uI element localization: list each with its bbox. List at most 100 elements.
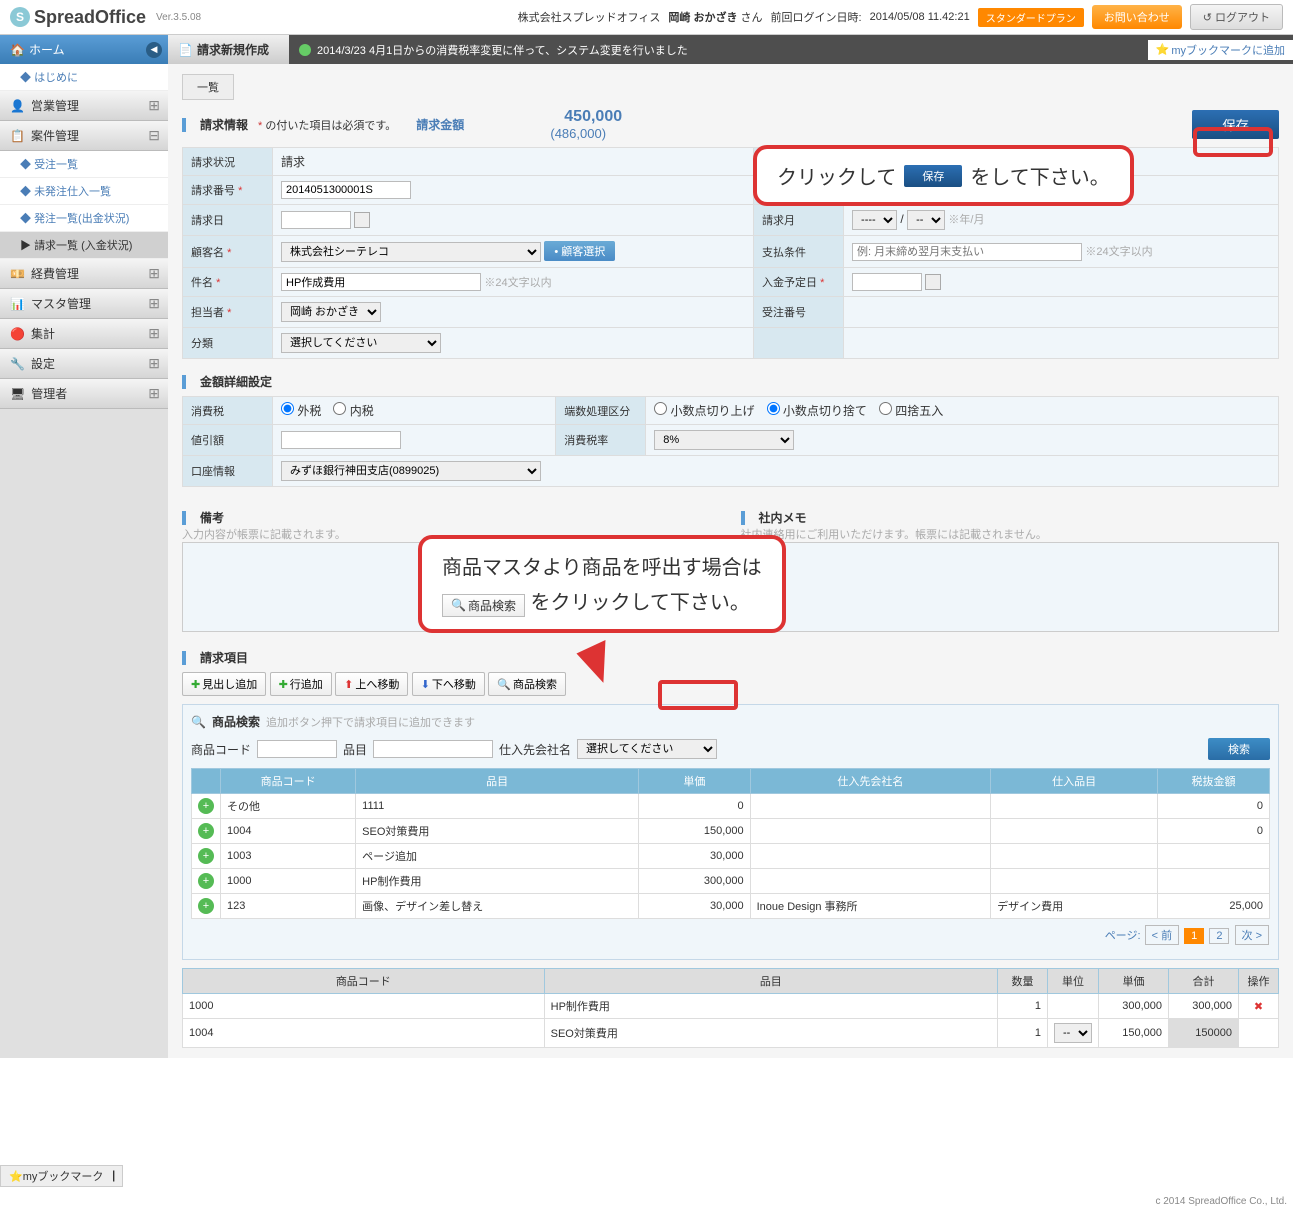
pay-terms-input[interactable] bbox=[852, 243, 1082, 261]
add-icon[interactable]: + bbox=[198, 873, 214, 889]
amount-label: 請求金額 bbox=[416, 116, 464, 133]
contact-button[interactable]: お問い合わせ bbox=[1092, 5, 1182, 29]
pager-prev[interactable]: < 前 bbox=[1145, 925, 1179, 945]
label-tax-rate: 消費税率 bbox=[556, 425, 646, 456]
section-marker bbox=[182, 118, 186, 132]
user-name: 岡崎 おかざき bbox=[668, 12, 737, 24]
col-price: 単価 bbox=[1099, 969, 1169, 994]
label-discount: 値引額 bbox=[183, 425, 273, 456]
customer-select-button[interactable]: • 顧客選択 bbox=[544, 241, 615, 261]
bill-year-select[interactable]: ---- bbox=[852, 210, 897, 230]
label-account: 口座情報 bbox=[183, 456, 273, 487]
col-price: 単価 bbox=[639, 769, 750, 794]
sidebar-cat-settings[interactable]: 🔧 設定⊞ bbox=[0, 349, 168, 379]
search-item-input[interactable] bbox=[373, 740, 493, 758]
label-order-no: 受注番号 bbox=[754, 297, 844, 328]
calendar-icon[interactable] bbox=[925, 274, 941, 290]
sidebar-home[interactable]: 🏠 ホーム◀ bbox=[0, 35, 168, 64]
logout-button[interactable]: ↺ ログアウト bbox=[1190, 4, 1283, 30]
label-category: 分類 bbox=[183, 328, 273, 359]
round-down-radio[interactable]: 小数点切り捨て bbox=[767, 404, 867, 418]
label-pay-terms: 支払条件 bbox=[754, 236, 844, 268]
amount-tax: (486,000) bbox=[534, 126, 622, 141]
product-search-button[interactable]: 🔍商品検索 bbox=[488, 672, 566, 696]
round-half-radio[interactable]: 四捨五入 bbox=[879, 404, 943, 418]
col-item: 品目 bbox=[544, 969, 997, 994]
calendar-icon[interactable] bbox=[354, 212, 370, 228]
app-name: SpreadOffice bbox=[34, 7, 146, 28]
sidebar-cat-master[interactable]: 📊 マスタ管理⊞ bbox=[0, 289, 168, 319]
add-icon[interactable]: + bbox=[198, 823, 214, 839]
table-row: +123画像、デザイン差し替え30,000Inoue Design 事務所デザイ… bbox=[192, 894, 1270, 919]
subject-input[interactable] bbox=[281, 273, 481, 291]
add-row-button[interactable]: ✚行追加 bbox=[270, 672, 332, 696]
search-icon: 🔍 bbox=[191, 715, 206, 729]
col-tax-excl: 税抜金額 bbox=[1158, 769, 1270, 794]
discount-input[interactable] bbox=[281, 431, 401, 449]
add-icon[interactable]: + bbox=[198, 798, 214, 814]
invoice-number-input[interactable] bbox=[281, 181, 411, 199]
pager-2[interactable]: 2 bbox=[1209, 928, 1229, 944]
memo-note: 社内連絡用にご利用いただけます。帳票には記載されません。 bbox=[741, 526, 1280, 542]
page-title: 📄 請求新規作成 bbox=[168, 35, 289, 64]
add-icon[interactable]: + bbox=[198, 848, 214, 864]
logo: S SpreadOffice Ver.3.5.08 bbox=[10, 7, 201, 28]
sidebar-item-unissued[interactable]: ◆ 未発注仕入一覧 bbox=[0, 178, 168, 205]
label-tax: 消費税 bbox=[183, 397, 273, 425]
expand-icon: ⊞ bbox=[148, 265, 160, 282]
footer-bookmark[interactable]: ⭐myブックマーク▕ bbox=[0, 1165, 123, 1187]
pay-terms-note: ※24文字以内 bbox=[1085, 246, 1152, 258]
add-icon[interactable]: + bbox=[198, 898, 214, 914]
mini-save-icon: 保存 bbox=[904, 165, 962, 187]
label-number: 請求番号 * bbox=[183, 176, 273, 205]
section-title-info: 請求情報 bbox=[200, 116, 248, 133]
memo-textarea[interactable] bbox=[741, 542, 1280, 632]
sidebar-cat-admin[interactable]: 🖥 管理者⊞ bbox=[0, 379, 168, 409]
main-content: 📄 請求新規作成 2014/3/23 4月1日からの消費税率変更に伴って、システ… bbox=[168, 35, 1293, 1058]
label-bill-month: 請求月 bbox=[754, 205, 844, 236]
pic-select[interactable]: 岡崎 おかざき bbox=[281, 302, 381, 322]
tax-external-radio[interactable]: 外税 bbox=[281, 404, 321, 418]
sidebar-cat-aggregate[interactable]: 🔴 集計⊞ bbox=[0, 319, 168, 349]
sidebar-cat-anken[interactable]: 📋 案件管理⊟ bbox=[0, 121, 168, 151]
pager-1[interactable]: 1 bbox=[1184, 928, 1204, 944]
round-up-radio[interactable]: 小数点切り上げ bbox=[654, 404, 754, 418]
tax-rate-select[interactable]: 8% bbox=[654, 430, 794, 450]
unit-select[interactable]: -- bbox=[1054, 1023, 1092, 1043]
customer-select[interactable]: 株式会社シーテレコ bbox=[281, 242, 541, 262]
search-button[interactable]: 検索 bbox=[1208, 738, 1270, 760]
sidebar-collapse-icon[interactable]: ◀ bbox=[146, 42, 162, 58]
move-down-button[interactable]: ⬇下へ移動 bbox=[412, 672, 485, 696]
callout-search: 商品マスタより商品を呼出す場合は 🔍商品検索 をクリックして下さい。 bbox=[418, 535, 786, 633]
table-row: 1004SEO対策費用1--150,000150000 bbox=[183, 1019, 1279, 1048]
delete-icon[interactable]: ✖ bbox=[1254, 1001, 1263, 1013]
sidebar: 🏠 ホーム◀ ◆ はじめに 👤 営業管理⊞ 📋 案件管理⊟ ◆ 受注一覧 ◆ 未… bbox=[0, 35, 168, 1058]
search-vendor-select[interactable]: 選択してください bbox=[577, 739, 717, 759]
sidebar-item-orders[interactable]: ◆ 受注一覧 bbox=[0, 151, 168, 178]
sidebar-cat-sales[interactable]: 👤 営業管理⊞ bbox=[0, 91, 168, 121]
sidebar-cat-expense[interactable]: 💴 経費管理⊞ bbox=[0, 259, 168, 289]
label-date: 請求日 bbox=[183, 205, 273, 236]
bill-month-select[interactable]: -- bbox=[907, 210, 945, 230]
col-vendor-item: 仕入品目 bbox=[991, 769, 1158, 794]
label-customer: 顧客名 * bbox=[183, 236, 273, 268]
tab-list[interactable]: 一覧 bbox=[182, 74, 234, 100]
account-select[interactable]: みずほ銀行神田支店(0899025) bbox=[281, 461, 541, 481]
payment-due-input[interactable] bbox=[852, 273, 922, 291]
sidebar-item-issue[interactable]: ◆ 発注一覧(出金状況) bbox=[0, 205, 168, 232]
save-button[interactable]: 保存 bbox=[1192, 110, 1279, 139]
tax-internal-radio[interactable]: 内税 bbox=[333, 404, 373, 418]
invoice-date-input[interactable] bbox=[281, 211, 351, 229]
bookmark-add-button[interactable]: ⭐ myブックマークに追加 bbox=[1148, 40, 1293, 60]
pager-next[interactable]: 次 > bbox=[1235, 925, 1269, 945]
col-total: 合計 bbox=[1169, 969, 1239, 994]
subject-note: ※24文字以内 bbox=[484, 277, 551, 289]
sidebar-item-invoice[interactable]: ▶ 請求一覧 (入金状況) bbox=[0, 232, 168, 259]
sidebar-item-intro[interactable]: ◆ はじめに bbox=[0, 64, 168, 91]
category-select[interactable]: 選択してください bbox=[281, 333, 441, 353]
expand-icon: ⊞ bbox=[148, 385, 160, 402]
search-code-input[interactable] bbox=[257, 740, 337, 758]
search-code-label: 商品コード bbox=[191, 741, 251, 758]
add-heading-button[interactable]: ✚見出し追加 bbox=[182, 672, 266, 696]
move-up-button[interactable]: ⬆上へ移動 bbox=[335, 672, 408, 696]
